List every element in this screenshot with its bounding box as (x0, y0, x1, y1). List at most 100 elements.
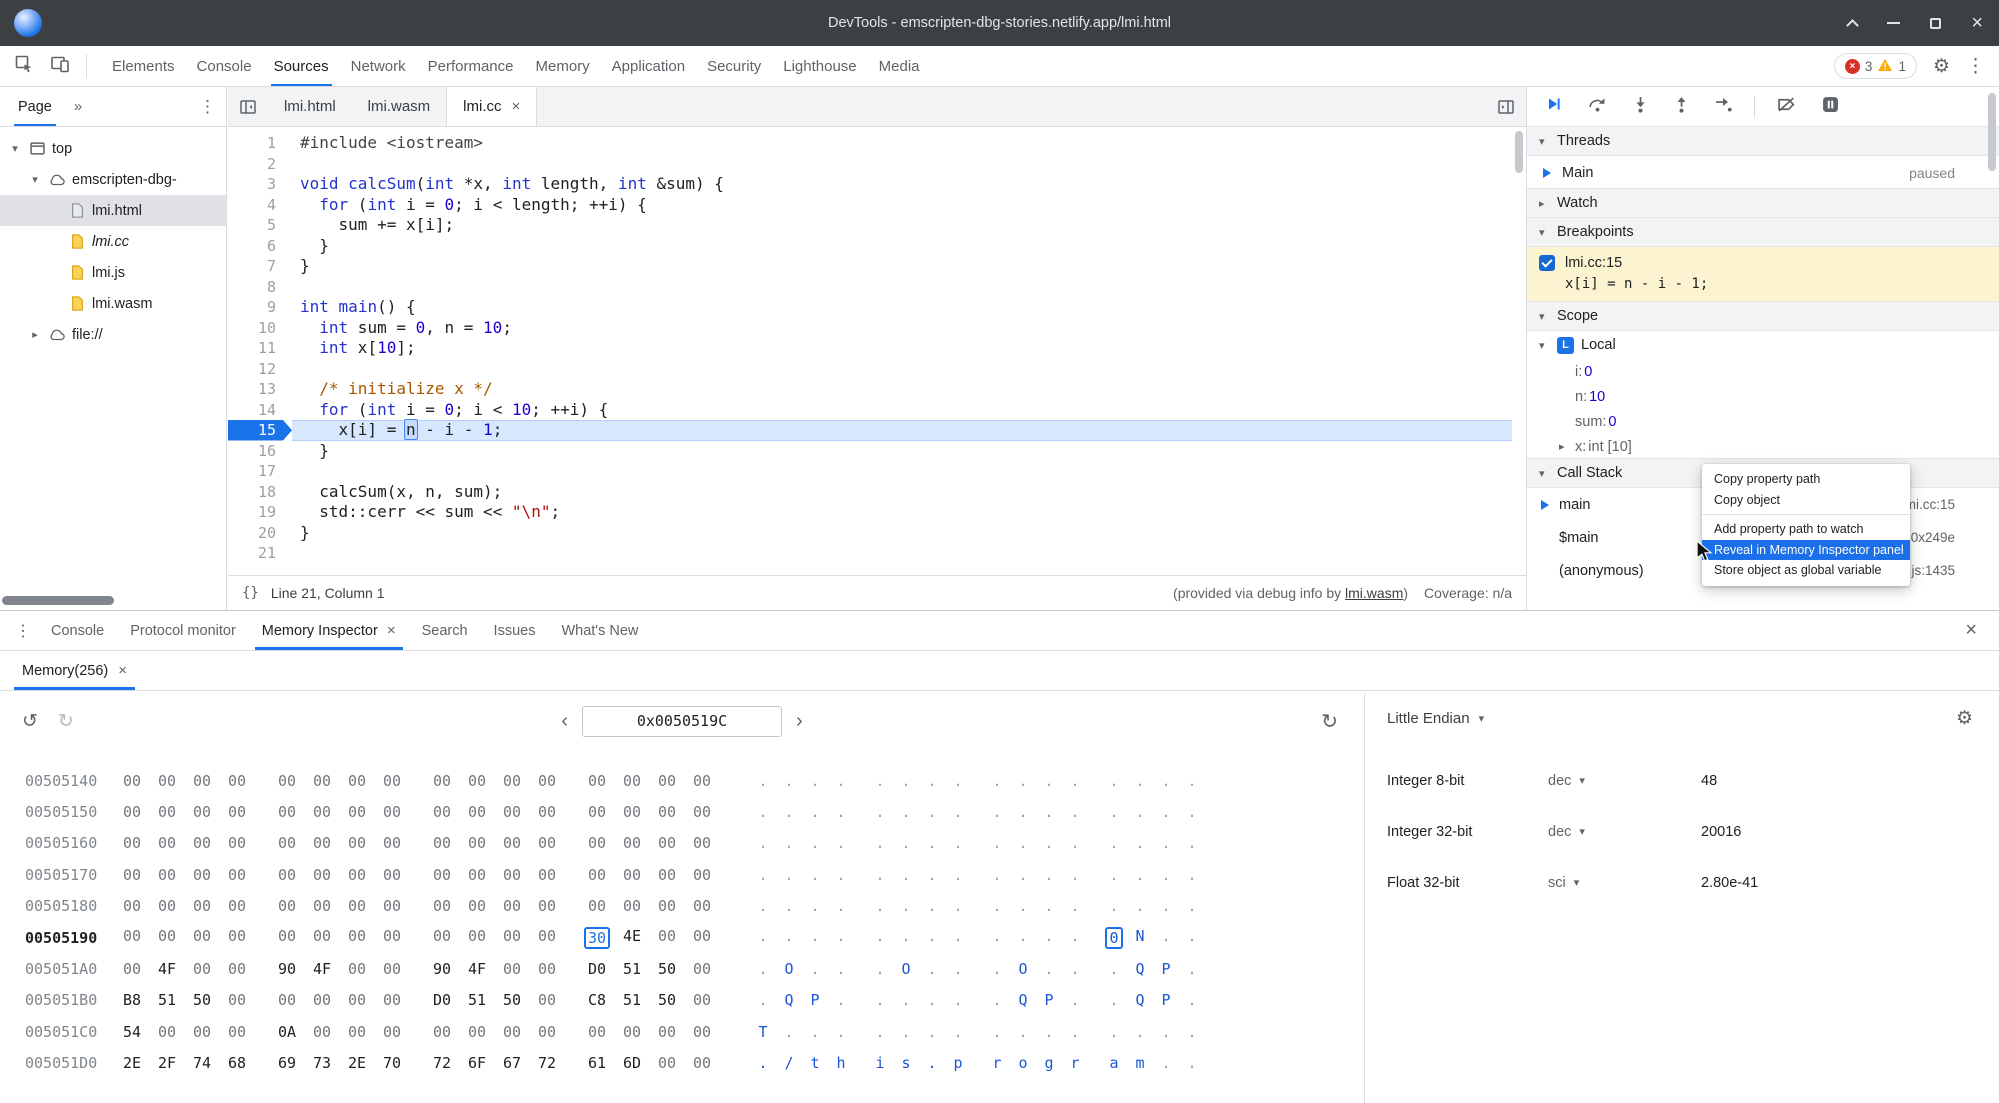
memory-ascii-char[interactable]: . (828, 803, 854, 821)
code-line-5[interactable]: sum += x[i]; (292, 215, 1512, 236)
memory-byte[interactable]: 00 (658, 772, 693, 790)
editor-tab-lmi-cc[interactable]: lmi.cc × (446, 87, 538, 126)
memory-ascii-char[interactable]: . (776, 897, 802, 915)
memory-ascii-char[interactable]: . (919, 1054, 945, 1072)
navigator-kebab-icon[interactable]: ⋮ (199, 97, 216, 117)
gutter-line-17[interactable]: 17 (228, 461, 292, 482)
memory-byte[interactable]: 00 (123, 772, 158, 790)
memory-byte[interactable]: 6D (623, 1054, 658, 1072)
memory-byte[interactable]: 72 (433, 1054, 468, 1072)
memory-byte[interactable]: 00 (123, 897, 158, 915)
memory-ascii-char[interactable]: . (1179, 991, 1205, 1009)
memory-ascii-char[interactable]: . (893, 927, 919, 949)
code-line-17[interactable] (292, 461, 1512, 482)
memory-byte[interactable]: 00 (383, 803, 418, 821)
memory-ascii-char[interactable]: . (984, 803, 1010, 821)
memory-ascii-char[interactable]: . (945, 991, 971, 1009)
memory-byte[interactable]: 00 (348, 866, 383, 884)
memory-byte[interactable]: 00 (348, 803, 383, 821)
memory-ascii-char[interactable]: . (867, 991, 893, 1009)
memory-ascii-char[interactable]: a (1101, 1054, 1127, 1072)
memory-ascii-char[interactable]: . (919, 897, 945, 915)
memory-byte[interactable]: 30 (584, 926, 623, 949)
memory-byte[interactable]: 00 (588, 897, 623, 915)
scope-local-group[interactable]: ▾ L Local (1527, 331, 1999, 359)
memory-byte[interactable]: 00 (278, 834, 313, 852)
memory-byte[interactable]: 51 (623, 991, 658, 1009)
memory-byte[interactable]: 50 (658, 991, 693, 1009)
memory-byte[interactable]: 00 (278, 772, 313, 790)
memory-byte[interactable]: 00 (313, 772, 348, 790)
gutter-line-7[interactable]: 7 (228, 256, 292, 277)
caret-down-icon[interactable]: ▾ (8, 142, 22, 155)
memory-ascii-char[interactable]: . (867, 866, 893, 884)
memory-byte[interactable]: 00 (228, 927, 263, 949)
memory-ascii-char[interactable]: . (984, 834, 1010, 852)
memory-byte[interactable]: 00 (433, 866, 468, 884)
drawer-tab-search[interactable]: Search (409, 611, 481, 650)
memory-ascii-char[interactable]: . (1062, 991, 1088, 1009)
tab-console[interactable]: Console (186, 46, 263, 86)
memory-ascii-char[interactable]: . (867, 803, 893, 821)
close-icon[interactable]: × (387, 622, 396, 639)
value-settings-gear-icon[interactable]: ⚙ (1956, 707, 1973, 730)
memory-byte[interactable]: 00 (503, 927, 538, 949)
memory-ascii-char[interactable]: O (776, 960, 802, 978)
memory-byte[interactable]: 00 (503, 803, 538, 821)
memory-ascii-char[interactable]: . (945, 834, 971, 852)
memory-ascii-char[interactable]: . (984, 960, 1010, 978)
memory-byte[interactable]: 00 (123, 960, 158, 978)
memory-ascii-char[interactable]: . (867, 960, 893, 978)
memory-ascii-char[interactable]: . (750, 866, 776, 884)
memory-ascii-char[interactable]: . (776, 1023, 802, 1041)
refresh-icon[interactable]: ↻ (1321, 709, 1338, 734)
memory-byte[interactable]: 50 (658, 960, 693, 978)
code-line-7[interactable]: } (292, 256, 1512, 277)
scope-section-header[interactable]: ▾ Scope (1527, 301, 1999, 331)
tab-performance[interactable]: Performance (417, 46, 525, 86)
memory-byte[interactable]: 00 (468, 803, 503, 821)
memory-ascii-char[interactable]: . (867, 897, 893, 915)
memory-byte[interactable]: 00 (693, 803, 728, 821)
memory-ascii-char[interactable]: . (828, 834, 854, 852)
tree-item-lmi-cc[interactable]: lmi.cc (0, 226, 226, 257)
code-line-13[interactable]: /* initialize x */ (292, 379, 1512, 400)
memory-ascii-char[interactable]: . (1036, 866, 1062, 884)
memory-byte[interactable]: 00 (313, 866, 348, 884)
memory-ascii-char[interactable]: . (750, 1054, 776, 1072)
memory-ascii-char[interactable]: P (1153, 960, 1179, 978)
memory-byte[interactable]: 4F (313, 960, 348, 978)
memory-byte[interactable]: 00 (348, 960, 383, 978)
memory-ascii-char[interactable]: . (828, 927, 854, 949)
caret-right-icon[interactable]: ▸ (1559, 440, 1573, 453)
memory-ascii-char[interactable]: . (1179, 897, 1205, 915)
memory-ascii-char[interactable]: . (1127, 803, 1153, 821)
memory-byte[interactable]: 51 (468, 991, 503, 1009)
history-back-icon[interactable]: ↺ (22, 710, 38, 733)
step-out-icon[interactable] (1674, 96, 1689, 118)
code-line-21[interactable] (292, 543, 1512, 564)
memory-byte[interactable]: 00 (658, 803, 693, 821)
menu-item-reveal-in-memory-inspector-panel[interactable]: Reveal in Memory Inspector panel (1702, 539, 1910, 560)
memory-ascii-char[interactable]: . (1062, 803, 1088, 821)
memory-ascii-char[interactable]: . (919, 1023, 945, 1041)
scope-var-sum[interactable]: sum: 0 (1527, 409, 1999, 434)
memory-byte[interactable]: 00 (383, 866, 418, 884)
memory-ascii-char[interactable]: . (1062, 927, 1088, 949)
memory-byte[interactable]: 00 (433, 897, 468, 915)
memory-byte[interactable]: 00 (158, 897, 193, 915)
memory-byte[interactable]: 00 (623, 772, 658, 790)
memory-ascii-char[interactable]: . (828, 866, 854, 884)
gutter-line-21[interactable]: 21 (228, 543, 292, 564)
memory-ascii-char[interactable]: . (1101, 960, 1127, 978)
tab-application[interactable]: Application (601, 46, 696, 86)
memory-ascii-char[interactable]: . (984, 927, 1010, 949)
pretty-print-icon[interactable]: {} (242, 585, 259, 601)
memory-ascii-char[interactable]: . (802, 803, 828, 821)
memory-ascii-char[interactable]: . (750, 927, 776, 949)
memory-byte[interactable]: 00 (538, 960, 573, 978)
memory-ascii-char[interactable]: . (984, 1023, 1010, 1041)
gutter-line-8[interactable]: 8 (228, 277, 292, 298)
memory-ascii-char[interactable]: . (893, 803, 919, 821)
memory-ascii-char[interactable]: . (945, 772, 971, 790)
